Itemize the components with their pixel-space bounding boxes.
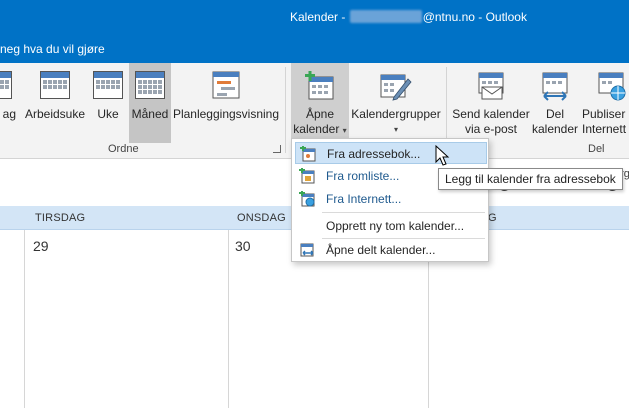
work-week-icon xyxy=(40,71,70,99)
menu-item-label: Opprett ny tom kalender... xyxy=(326,219,465,233)
share-calendar-label-line2: kalender xyxy=(531,122,579,136)
day-cell-number[interactable]: 29 xyxy=(33,238,49,254)
work-week-button[interactable]: Arbeidsuke xyxy=(22,63,88,143)
chevron-down-icon: ▾ xyxy=(393,125,398,134)
week-button[interactable]: Uke xyxy=(92,63,124,143)
day-column-divider xyxy=(24,230,25,408)
address-book-icon xyxy=(300,146,316,162)
email-calendar-label-line1: Send kalender xyxy=(452,107,530,121)
chevron-down-icon: ▾ xyxy=(342,126,347,135)
group-label-ordne: Ordne xyxy=(108,143,139,155)
outlook-window: Kalender - @ntnu.no - Outlook neg hva du… xyxy=(0,0,629,408)
ribbon-separator xyxy=(285,67,286,153)
window-title-suffix: @ntnu.no - Outlook xyxy=(422,10,527,24)
calendar-groups-label-text: Kalendergrupper xyxy=(351,107,441,121)
redacted-username xyxy=(349,10,422,23)
menu-item-open-shared-calendar[interactable]: Åpne delt kalender... xyxy=(295,239,487,261)
title-bar: Kalender - @ntnu.no - Outlook xyxy=(0,0,629,34)
share-calendar-label: Del kalender xyxy=(530,107,580,137)
menu-item-label: Fra adressebok... xyxy=(327,147,421,161)
publish-online-label-line1: Publiser p xyxy=(582,107,629,121)
schedule-view-button[interactable]: Planleggingsvisning xyxy=(172,63,280,143)
email-calendar-button[interactable]: Send kalender via e-post xyxy=(450,63,532,143)
day-view-button[interactable]: ag xyxy=(0,63,16,143)
open-calendar-label-line1: Åpne xyxy=(305,107,335,121)
open-calendar-icon xyxy=(305,71,335,104)
week-label: Uke xyxy=(97,107,119,121)
month-icon xyxy=(135,71,165,99)
menu-item-from-internet[interactable]: Fra Internett... xyxy=(295,188,487,210)
menu-item-from-address-book[interactable]: Fra adressebok... xyxy=(295,142,487,164)
day-view-icon xyxy=(0,71,12,99)
publish-online-label: Publiser p Internett xyxy=(580,107,629,137)
day-view-label: ag xyxy=(2,107,16,121)
month-label: Måned xyxy=(131,107,169,121)
tell-me-text: neg hva du vil gjøre xyxy=(0,42,105,56)
open-calendar-label: Åpne kalender ▾ xyxy=(291,107,349,138)
group-label-del: Del xyxy=(588,143,605,155)
email-calendar-label-line2: via e-post xyxy=(464,122,518,136)
week-icon xyxy=(93,71,123,99)
email-calendar-label: Send kalender via e-post xyxy=(450,107,532,137)
email-calendar-icon xyxy=(476,71,506,104)
schedule-view-label: Planleggingsvisning xyxy=(172,107,280,121)
menu-separator xyxy=(322,212,485,213)
day-cell-number[interactable]: 30 xyxy=(235,238,251,254)
calendar-groups-icon xyxy=(380,71,412,104)
menu-item-label: Åpne delt kalender... xyxy=(326,243,436,257)
share-calendar-button[interactable]: Del kalender xyxy=(530,63,580,143)
calendar-groups-button[interactable]: Kalendergrupper ▾ xyxy=(350,63,442,143)
calendar-groups-label: Kalendergrupper ▾ xyxy=(350,107,442,137)
open-calendar-menu: Fra adressebok... Fra romliste... Fra In… xyxy=(291,138,489,262)
day-column-divider xyxy=(228,230,229,408)
tell-me-bar[interactable]: neg hva du vil gjøre xyxy=(0,34,629,63)
ordne-dialog-launcher[interactable] xyxy=(273,145,281,153)
menu-item-label: Fra romliste... xyxy=(326,169,400,183)
share-calendar-label-line1: Del xyxy=(545,107,564,121)
month-button[interactable]: Måned xyxy=(129,63,171,143)
window-title: Kalender - @ntnu.no - Outlook xyxy=(290,10,527,24)
publish-online-label-line2: Internett xyxy=(582,122,627,136)
day-header-wednesday: ONSDAG xyxy=(237,212,286,224)
open-calendar-label-line2-text: kalender xyxy=(293,122,340,136)
window-title-prefix: Kalender - xyxy=(290,10,349,24)
mouse-cursor-icon xyxy=(435,145,450,166)
room-list-icon xyxy=(299,168,315,184)
schedule-view-icon xyxy=(212,71,240,102)
menu-item-new-blank-calendar[interactable]: Opprett ny tom kalender... xyxy=(295,215,487,237)
day-header-thursday: G xyxy=(488,212,497,224)
internet-calendar-icon xyxy=(299,191,315,207)
day-header-tuesday: TIRSDAG xyxy=(35,212,86,224)
open-calendar-button[interactable]: Åpne kalender ▾ xyxy=(291,63,349,138)
publish-online-button[interactable]: Publiser p Internett xyxy=(580,63,629,143)
tooltip: Legg til kalender fra adressebok xyxy=(438,168,623,190)
menu-item-label: Fra Internett... xyxy=(326,192,402,206)
shared-calendar-icon xyxy=(300,243,314,257)
share-calendar-icon xyxy=(540,71,570,104)
open-calendar-label-line2: kalender ▾ xyxy=(291,122,349,138)
publish-online-icon xyxy=(596,71,626,104)
work-week-label: Arbeidsuke xyxy=(24,107,86,121)
